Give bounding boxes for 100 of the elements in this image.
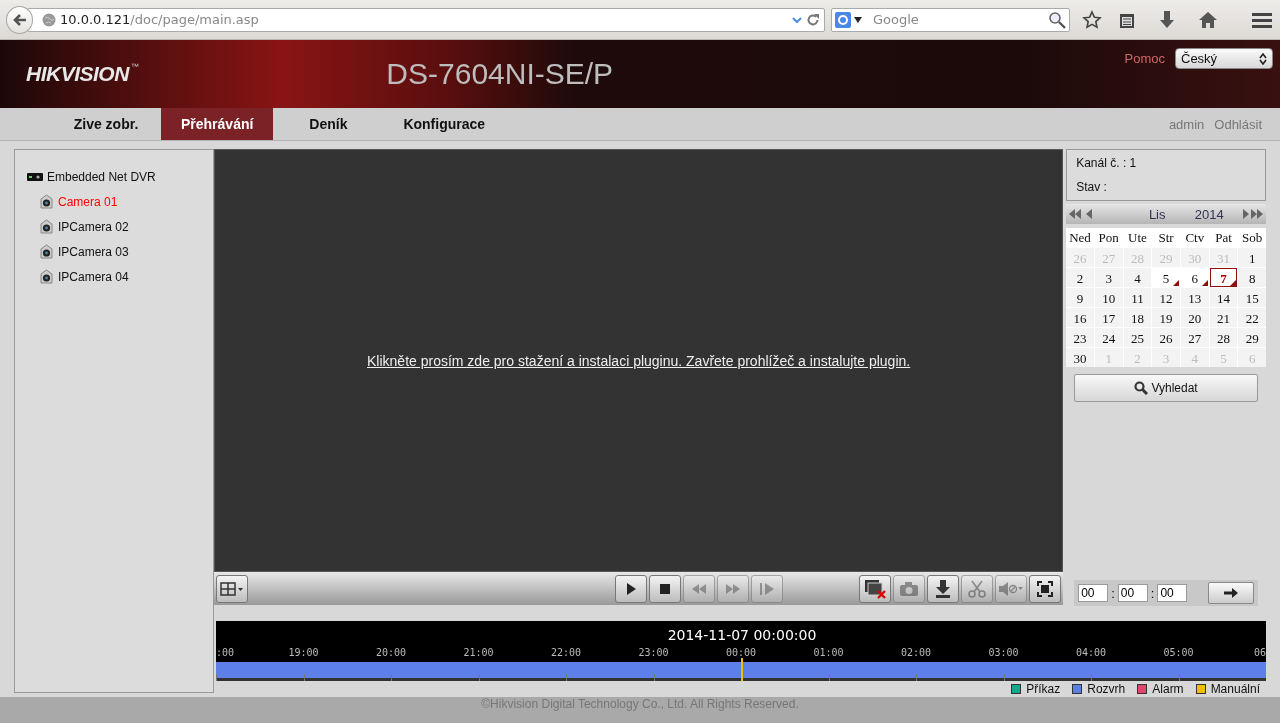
next-year-icon[interactable]: [1251, 209, 1263, 219]
calendar-day[interactable]: 25: [1123, 328, 1152, 347]
calendar-day[interactable]: 14: [1209, 288, 1238, 307]
nav-tab[interactable]: Konfigurace: [383, 108, 506, 140]
menu-icon[interactable]: [1252, 11, 1272, 28]
play-icon: [625, 582, 638, 595]
channel-label: Kanál č. : 1: [1076, 156, 1138, 170]
time-label: 00:00: [725, 647, 757, 658]
calendar-day[interactable]: 7: [1209, 268, 1238, 287]
calendar-day[interactable]: 11: [1123, 288, 1152, 307]
calendar-day[interactable]: 17: [1094, 308, 1123, 327]
nav-tab[interactable]: Zive zobr.: [51, 108, 161, 140]
status-label: Stav :: [1076, 180, 1108, 194]
camera-icon: [899, 580, 920, 597]
minutes-input[interactable]: 00: [1117, 584, 1148, 602]
back-arrow-icon: [11, 11, 28, 28]
hours-input[interactable]: 00: [1078, 584, 1109, 602]
search-bar[interactable]: Google: [831, 7, 1070, 32]
calendar-day[interactable]: 2: [1066, 268, 1094, 287]
calendar-day[interactable]: 8: [1238, 268, 1266, 287]
calendar-day[interactable]: 4: [1123, 268, 1152, 287]
calendar-day[interactable]: 3: [1094, 268, 1123, 287]
rewind-icon: [691, 583, 708, 594]
calendar-day[interactable]: 16: [1066, 308, 1094, 327]
previous-year-icon[interactable]: [1069, 209, 1082, 219]
calendar-day[interactable]: 29: [1238, 328, 1266, 347]
stop-all-button[interactable]: [859, 574, 892, 603]
reload-icon[interactable]: [806, 12, 820, 27]
seconds-input[interactable]: 00: [1157, 584, 1188, 602]
time-label: 03:00: [988, 647, 1019, 658]
calendar-day[interactable]: 18: [1123, 308, 1152, 327]
layout-grid-button[interactable]: [216, 574, 248, 603]
time-separator: :: [1150, 585, 1155, 601]
camera-icon: [39, 244, 54, 259]
dvr-recorder-icon: [27, 171, 43, 182]
dropdown-icon[interactable]: [792, 15, 802, 24]
camera-item[interactable]: IPCamera 02: [39, 214, 129, 239]
username-label: admin: [1168, 116, 1205, 132]
calendar-day[interactable]: 12: [1152, 288, 1180, 307]
calendar-day[interactable]: 1: [1238, 248, 1266, 267]
help-link[interactable]: Pomoc: [1124, 51, 1165, 66]
time-label: :00: [216, 647, 235, 658]
legend-label: Rozvrh: [1087, 682, 1126, 697]
calendar-day[interactable]: 28: [1209, 328, 1238, 347]
caret-icon[interactable]: [854, 16, 862, 23]
camera-item[interactable]: IPCamera 03: [39, 239, 129, 264]
calendar-day[interactable]: 15: [1238, 288, 1266, 307]
calendar-day[interactable]: 13: [1180, 288, 1209, 307]
next-month-icon[interactable]: [1241, 209, 1249, 219]
nav-tab[interactable]: Deník: [273, 108, 384, 140]
legend-label: Manuální: [1210, 682, 1260, 697]
calendar-day[interactable]: 23: [1066, 328, 1094, 347]
download-icon[interactable]: [1158, 9, 1176, 30]
fullscreen-icon: [1037, 580, 1054, 597]
calendar-day[interactable]: 26: [1152, 328, 1180, 347]
camera-icon: [39, 219, 54, 234]
calendar-day[interactable]: 19: [1152, 308, 1180, 327]
layout-grid-icon: [220, 580, 244, 597]
calendar-day[interactable]: 24: [1094, 328, 1123, 347]
time-label: 19:00: [288, 647, 319, 658]
time-label: 05:00: [1163, 647, 1194, 658]
calendar-day[interactable]: 20: [1180, 308, 1209, 327]
star-icon[interactable]: [1082, 9, 1102, 30]
camera-icon: [39, 269, 54, 284]
timeline-track[interactable]: :00 19:00 20:00 21:00 22:00 23:00 00:00 01:00 02:00 03:00 04:00 05:00 06 2014-11-07 00:00:00: [216, 621, 1266, 682]
time-label: 21:00: [463, 647, 494, 658]
url-host: 10.0.0.121: [60, 12, 131, 27]
calendar-day[interactable]: 27: [1180, 328, 1209, 347]
calendar-day[interactable]: 9: [1066, 288, 1094, 307]
download-button[interactable]: [927, 574, 960, 603]
back-button[interactable]: [6, 5, 33, 34]
stop-icon: [660, 583, 671, 594]
tree-root-label[interactable]: Embedded Net DVR: [47, 169, 156, 184]
stop-all-icon: [864, 578, 887, 599]
previous-month-icon[interactable]: [1086, 209, 1095, 219]
fullscreen-button[interactable]: [1029, 574, 1062, 603]
time-label: 22:00: [550, 647, 582, 658]
time-label: 01:00: [813, 647, 844, 658]
legend-label: Alarm: [1152, 682, 1184, 697]
calendar-day[interactable]: 21: [1209, 308, 1238, 327]
address-bar[interactable]: 10.0.0.121/doc/page/main.asp: [27, 7, 825, 32]
go-button[interactable]: [1208, 582, 1254, 604]
calendar-day[interactable]: 22: [1238, 308, 1266, 327]
time-label: 20:00: [375, 647, 407, 658]
calendar-day[interactable]: 30: [1066, 348, 1094, 367]
brand-logo: HIKVISION™: [26, 62, 139, 86]
calendar-year: 2014: [1193, 206, 1225, 222]
search-button[interactable]: Vyhledat: [1074, 374, 1258, 402]
calendar-day[interactable]: 10: [1094, 288, 1123, 307]
device-title: DS-7604NI-SE/P: [386, 57, 614, 91]
nav-tab[interactable]: Přehrávání: [161, 108, 274, 140]
legend-label: Příkaz: [1026, 682, 1061, 697]
play-button[interactable]: [615, 574, 648, 603]
camera-item[interactable]: IPCamera 04: [39, 264, 129, 289]
home-icon[interactable]: [1198, 10, 1218, 29]
search-engine-icon[interactable]: [835, 11, 851, 28]
plugin-install-link[interactable]: Klikněte prosím zde pro stažení a instalaci pluginu. Zavřete prohlížeč a instalujte plugin.: [367, 352, 911, 369]
stop-button[interactable]: [649, 574, 682, 603]
language-select[interactable]: Český: [1175, 48, 1273, 69]
time-label: 06: [1253, 647, 1266, 658]
